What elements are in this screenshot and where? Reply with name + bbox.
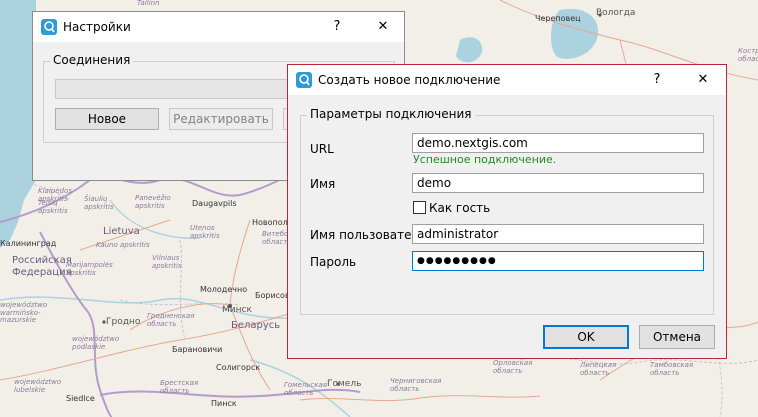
connection-params-title: Параметры подключения: [307, 107, 475, 121]
map-label-warm: województwo warmińsko-mazurskie: [0, 301, 48, 325]
username-label: Имя пользователя: [310, 228, 427, 242]
map-label-orel: Орловская область: [493, 359, 533, 375]
settings-title: Настройки: [63, 20, 131, 34]
map-label-chernigov: Черниговская область: [390, 377, 442, 393]
guest-label[interactable]: Как гость: [429, 201, 490, 215]
close-button[interactable]: ✕: [360, 12, 406, 42]
username-input[interactable]: administrator: [412, 224, 704, 244]
dialog-title: Создать новое подключение: [318, 73, 501, 87]
password-label: Пароль: [310, 255, 357, 269]
map-label-marijampole: Marijampolės apskritis: [66, 261, 113, 277]
guest-checkbox[interactable]: [413, 201, 426, 214]
map-label-klaipeda: Klaipėdos apskritis: [38, 187, 72, 203]
cancel-button[interactable]: Отмена: [639, 325, 715, 349]
map-label-molodechno: Молодечно: [200, 285, 248, 294]
map-label-daugavpils: Daugavpils: [192, 199, 237, 208]
help-button[interactable]: ?: [314, 12, 360, 42]
password-input[interactable]: ●●●●●●●●●: [412, 251, 704, 271]
map-label-cherepovets: Череповец: [535, 14, 581, 23]
map-label-tallinn: Tallinn: [137, 0, 160, 7]
map-label-siedlce: Siedlce: [66, 394, 95, 403]
map-label-saulaiu: Šiaulių apskritis: [84, 195, 114, 211]
map-label-belarus: Беларусь: [231, 320, 281, 331]
name-input[interactable]: demo: [412, 173, 704, 193]
map-label-tambov: Тамбовская область: [650, 361, 694, 377]
map-label-soligorsk: Солигорск: [216, 363, 261, 372]
map-label-grodno-obl: Гродненская область: [147, 312, 195, 328]
map-label-grodno: Гродно: [106, 317, 141, 327]
settings-titlebar[interactable]: Настройки ? ✕: [33, 12, 404, 42]
url-input[interactable]: demo.nextgis.com: [412, 133, 704, 153]
screen: Tallinn Череповец Вологда Костромская об…: [0, 0, 758, 417]
map-label-borisov: Борисов: [255, 291, 290, 300]
map-label-minsk: Минск: [222, 305, 252, 315]
map-label-gomel: Гомель: [327, 379, 362, 389]
map-label-brest-obl: Брестская область: [160, 379, 199, 395]
connections-group-title: Соединения: [50, 53, 134, 67]
connection-status: Успешное подключение.: [413, 153, 557, 166]
map-label-panevezys: Panevėžio apskritis: [135, 194, 171, 210]
map-label-lietuva: Lietuva: [103, 226, 140, 237]
app-icon: [41, 19, 57, 35]
map-label-pinsk: Пинск: [211, 399, 237, 408]
map-label-kaliningrad: Калининград: [0, 239, 57, 248]
map-label-kostroma: Костромская область: [738, 47, 758, 63]
map-label-lipetsk: Липецкая область: [580, 361, 617, 377]
dialog-close-button[interactable]: ✕: [680, 65, 726, 95]
dialog-titlebar[interactable]: Создать новое подключение ? ✕: [288, 65, 726, 95]
map-label-lubel: województwo lubelskie: [14, 378, 62, 394]
dialog-help-button[interactable]: ?: [634, 65, 680, 95]
map-label-baranovichi: Барановичи: [172, 345, 223, 354]
new-connection-dialog: Создать новое подключение ? ✕ Параметры …: [287, 64, 727, 359]
edit-connection-button[interactable]: Редактировать: [169, 108, 273, 130]
dialog-app-icon: [296, 72, 312, 88]
name-label: Имя: [310, 177, 336, 191]
map-label-gomel-obl: Гомельская область: [284, 381, 327, 397]
map-label-vilnius: Vilniaus apskritis: [152, 254, 182, 270]
map-label-podl: województwo podlaskie: [72, 335, 120, 351]
ok-button[interactable]: OK: [543, 325, 629, 349]
map-label-rossiyskaya: Российская Федерация: [12, 255, 72, 278]
map-label-utena: Utenos apskritis: [190, 224, 220, 240]
map-label-kaunas: Kauno apskritis: [96, 241, 150, 249]
new-connection-button[interactable]: Новое: [55, 108, 159, 130]
url-label: URL: [310, 142, 334, 156]
map-label-vologda: Вологда: [596, 8, 636, 18]
